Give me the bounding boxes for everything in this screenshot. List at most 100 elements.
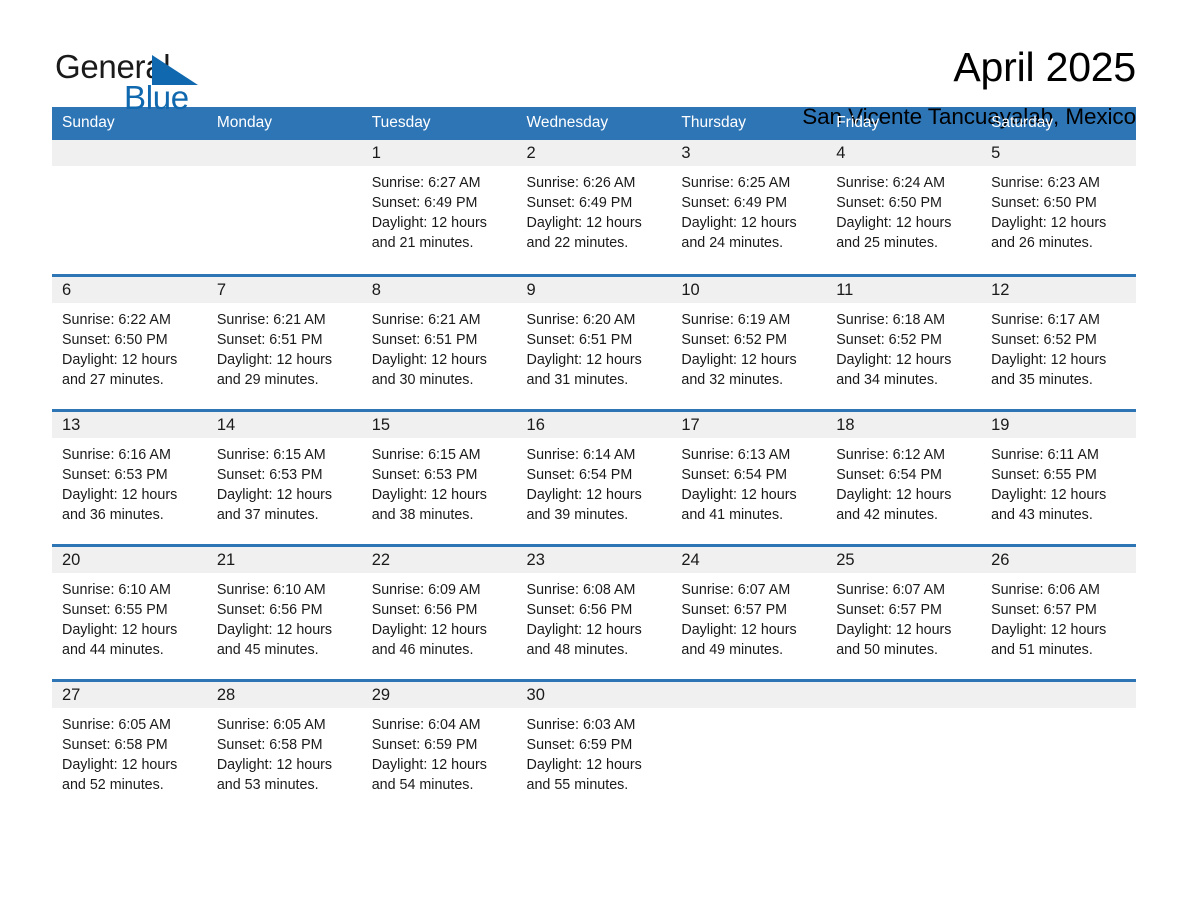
daylight-text-line2: and 41 minutes.	[681, 506, 784, 523]
day-number-band: 18	[826, 411, 982, 438]
day-number-band: 16	[516, 411, 672, 438]
day-number: 2	[526, 144, 536, 162]
sunset-text: Sunset: 6:57 PM	[836, 601, 942, 618]
day-number-band: 8	[361, 276, 517, 303]
day-cell-inner: 11 Sunrise: 6:18 AM Sunset: 6:52 PM Dayligh…	[826, 276, 982, 409]
calendar-day-cell[interactable]: 9 Sunrise: 6:20 AM Sunset: 6:51 PM Daylight…	[516, 273, 672, 410]
calendar-day-cell[interactable]: 6 Sunrise: 6:22 AM Sunset: 6:50 PM Daylight…	[52, 273, 207, 410]
calendar-day-cell[interactable]: 26 Sunrise: 6:06 AM Sunset: 6:57 PM Dayligh…	[981, 543, 1136, 680]
sunset-text: Sunset: 6:57 PM	[991, 601, 1097, 618]
calendar-day-cell[interactable]: 14 Sunrise: 6:15 AM Sunset: 6:53 PM Dayligh…	[206, 408, 362, 545]
calendar-day-cell[interactable]: 3 Sunrise: 6:25 AM Sunset: 6:49 PM Daylight…	[671, 140, 827, 275]
day-cell-details: Sunrise: 6:23 AM Sunset: 6:50 PM Daylight:…	[981, 166, 1136, 253]
day-number: 19	[991, 415, 1010, 434]
daylight-text-line2: and 25 minutes.	[836, 235, 938, 252]
day-number: 16	[526, 415, 545, 434]
daylight-text-line2: and 22 minutes.	[526, 235, 629, 252]
calendar-week-row: 27 Sunrise: 6:05 AM Sunset: 6:58 PM Dayligh…	[52, 678, 1136, 815]
calendar-day-cell[interactable]: 10 Sunrise: 6:19 AM Sunset: 6:52 PM Dayligh…	[671, 273, 827, 410]
day-number-band: 9	[516, 276, 672, 303]
calendar-week-row: 20 Sunrise: 6:10 AM Sunset: 6:55 PM Dayligh…	[52, 543, 1136, 680]
day-cell-details: Sunrise: 6:03 AM Sunset: 6:59 PM Daylight:…	[517, 708, 672, 795]
calendar-day-cell[interactable]: 5 Sunrise: 6:23 AM Sunset: 6:50 PM Daylight…	[981, 140, 1136, 275]
day-cell-details: Sunrise: 6:14 AM Sunset: 6:54 PM Daylight:…	[517, 438, 672, 525]
calendar-day-cell[interactable]: 22 Sunrise: 6:09 AM Sunset: 6:56 PM Dayligh…	[361, 543, 517, 680]
daylight-text-line1: Daylight: 12 hours	[216, 351, 333, 368]
sunset-text: Sunset: 6:54 PM	[681, 466, 788, 483]
day-cell-inner: 14 Sunrise: 6:15 AM Sunset: 6:53 PM Dayligh…	[206, 411, 362, 544]
day-cell-inner: 20 Sunrise: 6:10 AM Sunset: 6:55 PM Dayligh…	[52, 546, 207, 679]
daylight-text-line1: Daylight: 12 hours	[681, 486, 797, 503]
daylight-text-line2: and 31 minutes.	[526, 371, 629, 388]
day-cell-details: Sunrise: 6:11 AM Sunset: 6:55 PM Daylight:…	[981, 438, 1136, 525]
day-cell-details: Sunrise: 6:04 AM Sunset: 6:59 PM Daylight:…	[362, 708, 517, 795]
calendar-day-cell[interactable]: 16 Sunrise: 6:14 AM Sunset: 6:54 PM Dayligh…	[516, 408, 672, 545]
day-cell-details: Sunrise: 6:06 AM Sunset: 6:57 PM Daylight:…	[981, 573, 1136, 660]
day-cell-inner: 2 Sunrise: 6:26 AM Sunset: 6:49 PM Daylight…	[516, 140, 672, 272]
day-number: 23	[526, 550, 545, 569]
calendar-day-cell[interactable]: 29 Sunrise: 6:04 AM Sunset: 6:59 PM Dayligh…	[361, 678, 517, 815]
daylight-text-line2: and 26 minutes.	[991, 235, 1093, 252]
daylight-text-line1: Daylight: 12 hours	[62, 756, 178, 773]
calendar-day-cell[interactable]: 15 Sunrise: 6:15 AM Sunset: 6:53 PM Dayligh…	[361, 408, 517, 545]
daylight-text-line1: Daylight: 12 hours	[991, 486, 1107, 503]
daylight-text-line1: Daylight: 12 hours	[216, 756, 333, 773]
day-cell-details: Sunrise: 6:26 AM Sunset: 6:49 PM Daylight:…	[517, 166, 672, 253]
logo-word-blue: Blue	[124, 79, 189, 116]
day-number-band: 6	[52, 276, 207, 303]
sunset-text: Sunset: 6:55 PM	[991, 466, 1097, 483]
calendar-day-cell[interactable]: 4 Sunrise: 6:24 AM Sunset: 6:50 PM Daylight…	[826, 140, 982, 275]
calendar-day-cell[interactable]: 1 Sunrise: 6:27 AM Sunset: 6:49 PM Daylight…	[361, 140, 517, 275]
calendar-day-cell[interactable]: 28 Sunrise: 6:05 AM Sunset: 6:58 PM Dayligh…	[206, 678, 362, 815]
general-blue-logo[interactable]: General Blue	[52, 44, 252, 116]
calendar-day-cell[interactable]: 25 Sunrise: 6:07 AM Sunset: 6:57 PM Dayligh…	[826, 543, 982, 680]
calendar-day-cell[interactable]: 21 Sunrise: 6:10 AM Sunset: 6:56 PM Dayligh…	[206, 543, 362, 680]
calendar-day-cell[interactable]: 30 Sunrise: 6:03 AM Sunset: 6:59 PM Dayligh…	[516, 678, 672, 815]
sunrise-text: Sunrise: 6:10 AM	[216, 581, 326, 598]
calendar-day-cell[interactable]: 27 Sunrise: 6:05 AM Sunset: 6:58 PM Dayligh…	[52, 678, 207, 815]
calendar-day-cell[interactable]: 11 Sunrise: 6:18 AM Sunset: 6:52 PM Dayligh…	[826, 273, 982, 410]
calendar-day-cell[interactable]: 2 Sunrise: 6:26 AM Sunset: 6:49 PM Daylight…	[516, 140, 672, 275]
day-cell-inner: 16 Sunrise: 6:14 AM Sunset: 6:54 PM Dayligh…	[516, 411, 672, 544]
day-cell-inner: 30 Sunrise: 6:03 AM Sunset: 6:59 PM Dayligh…	[516, 681, 672, 814]
day-number-band: 29	[361, 681, 517, 708]
day-number: 27	[62, 685, 81, 704]
calendar-day-cell[interactable]: 18 Sunrise: 6:12 AM Sunset: 6:54 PM Dayligh…	[826, 408, 982, 545]
day-cell-details: Sunrise: 6:07 AM Sunset: 6:57 PM Daylight:…	[826, 573, 981, 660]
day-number-band: 21	[206, 546, 362, 573]
calendar-day-cell[interactable]: 13 Sunrise: 6:16 AM Sunset: 6:53 PM Dayligh…	[52, 408, 207, 545]
day-cell-details: Sunrise: 6:09 AM Sunset: 6:56 PM Daylight:…	[362, 573, 517, 660]
day-number: 12	[991, 280, 1010, 299]
day-number: 3	[681, 144, 691, 162]
weekday-header-wednesday: Wednesday	[516, 107, 672, 140]
calendar-day-cell[interactable]: 23 Sunrise: 6:08 AM Sunset: 6:56 PM Dayligh…	[516, 543, 672, 680]
calendar-day-cell[interactable]: 12 Sunrise: 6:17 AM Sunset: 6:52 PM Dayligh…	[981, 273, 1136, 410]
calendar-day-cell[interactable]: 24 Sunrise: 6:07 AM Sunset: 6:57 PM Dayligh…	[671, 543, 827, 680]
sunset-text: Sunset: 6:55 PM	[62, 601, 168, 618]
sunset-text: Sunset: 6:49 PM	[526, 195, 633, 212]
calendar-day-cell[interactable]: 7 Sunrise: 6:21 AM Sunset: 6:51 PM Daylight…	[206, 273, 362, 410]
sunrise-text: Sunrise: 6:25 AM	[681, 175, 791, 191]
day-cell-details: Sunrise: 6:20 AM Sunset: 6:51 PM Daylight:…	[517, 303, 672, 390]
calendar-day-cell[interactable]: 20 Sunrise: 6:10 AM Sunset: 6:55 PM Dayligh…	[52, 543, 207, 680]
day-cell-inner	[52, 140, 207, 272]
sunset-text: Sunset: 6:54 PM	[526, 466, 633, 483]
day-number-band: 12	[981, 276, 1136, 303]
sunset-text: Sunset: 6:59 PM	[371, 736, 478, 753]
day-number-band: 10	[671, 276, 827, 303]
sunrise-text: Sunrise: 6:14 AM	[526, 446, 636, 463]
sunrise-text: Sunrise: 6:24 AM	[836, 175, 946, 191]
daylight-text-line2: and 53 minutes.	[216, 776, 319, 793]
daylight-text-line2: and 30 minutes.	[371, 371, 474, 388]
sunset-text: Sunset: 6:53 PM	[371, 466, 478, 483]
day-cell-inner: 26 Sunrise: 6:06 AM Sunset: 6:57 PM Dayligh…	[981, 546, 1136, 679]
day-cell-details: Sunrise: 6:19 AM Sunset: 6:52 PM Daylight:…	[671, 303, 826, 390]
calendar-day-cell[interactable]: 8 Sunrise: 6:21 AM Sunset: 6:51 PM Daylight…	[361, 273, 517, 410]
day-cell-inner: 5 Sunrise: 6:23 AM Sunset: 6:50 PM Daylight…	[981, 140, 1136, 272]
calendar-table: Sunday Monday Tuesday Wednesday Thursday…	[52, 107, 1136, 815]
day-cell-details: Sunrise: 6:15 AM Sunset: 6:53 PM Daylight:…	[362, 438, 517, 525]
sunrise-text: Sunrise: 6:11 AM	[991, 446, 1099, 463]
day-number: 29	[371, 685, 391, 704]
calendar-day-cell[interactable]: 17 Sunrise: 6:13 AM Sunset: 6:54 PM Dayligh…	[671, 408, 827, 545]
calendar-day-cell[interactable]: 19 Sunrise: 6:11 AM Sunset: 6:55 PM Dayligh…	[981, 408, 1136, 545]
